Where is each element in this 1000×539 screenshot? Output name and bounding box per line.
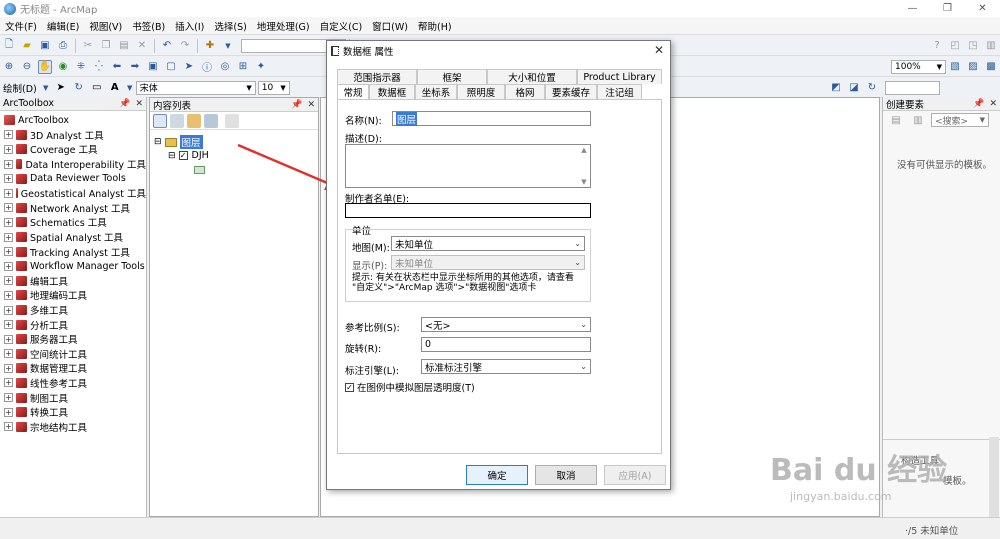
simulate-transparency-option[interactable]: ✓ 在图例中模拟图层透明度(T) [345,380,475,394]
watermark-url: jingyan.baidu.com [790,490,892,503]
data-frame-properties-dialog: 数据框 属性 ✕ 范围指示器 框架 大小和位置 Product Library … [326,40,671,490]
dialog-title: 数据框 属性 [343,46,394,58]
simulate-transparency-label: 在图例中模拟图层透明度(T) [357,383,475,394]
description-label: 描述(D): [345,134,382,145]
tab-feature-cache[interactable]: 要素缓存 [545,84,597,99]
close-icon[interactable]: ✕ [654,43,664,57]
reference-scale-select[interactable]: <无> ⌄ [421,317,591,332]
label-engine-select[interactable]: 标准标注引擎 ⌄ [421,359,591,374]
tab-annotation-groups[interactable]: 注记组 [597,84,642,99]
rotation-input[interactable]: 0 [421,337,591,352]
map-units-label: 地图(M): [352,243,390,254]
cancel-button[interactable]: 取消 [535,465,597,485]
display-units-label: 显示(P): [352,261,388,272]
tab-grids[interactable]: 格网 [505,84,545,99]
reference-scale-label: 参考比例(S): [345,323,400,334]
general-tab-panel: 名称(N): 图层 描述(D): ▲ ▼ 制作者名单(E): 单位 地图(M): … [337,99,662,454]
tab-size-position[interactable]: 大小和位置 [487,69,577,84]
chevron-down-icon: ⌄ [574,258,581,267]
name-input[interactable]: 图层 [392,111,591,126]
name-label: 名称(N): [345,116,382,127]
simulate-transparency-checkbox[interactable]: ✓ [345,382,354,392]
tab-general[interactable]: 常规 [337,84,369,99]
dialog-title-bar: 数据框 属性 [327,41,670,60]
display-units-select[interactable]: 未知单位 ⌄ [391,255,585,270]
chevron-down-icon: ⌄ [580,320,587,329]
map-units-select[interactable]: 未知单位 ⌄ [391,236,585,251]
chevron-down-icon: ⌄ [580,362,587,371]
tab-frame[interactable]: 框架 [417,69,487,84]
tab-extent-indicators[interactable]: 范围指示器 [337,69,417,84]
watermark-brand: Bai du 经验 [770,453,948,488]
label-engine-label: 标注引擎(L): [345,366,399,377]
dialog-icon [331,45,339,56]
credits-input[interactable] [345,203,591,218]
tab-row-top: 范围指示器 框架 大小和位置 Product Library [337,69,662,84]
tab-illumination[interactable]: 照明度 [457,84,505,99]
scrollbar[interactable]: ▲ ▼ [579,146,589,186]
ok-button[interactable]: 确定 [466,465,528,485]
apply-button[interactable]: 应用(A) [604,465,666,485]
tab-row-bottom: 常规 数据框 坐标系 照明度 格网 要素缓存 注记组 [337,84,642,99]
tab-data-frame[interactable]: 数据框 [369,84,415,99]
tab-product-library[interactable]: Product Library [577,69,662,84]
units-tip-text: 提示: 有关在状态栏中显示坐标所用的其他选项，请查看 "自定义">"ArcMap… [352,273,574,293]
tab-coordinate-system[interactable]: 坐标系 [415,84,457,99]
rotation-label: 旋转(R): [345,344,382,355]
chevron-down-icon: ⌄ [574,239,581,248]
description-textarea[interactable]: ▲ ▼ [345,144,591,188]
